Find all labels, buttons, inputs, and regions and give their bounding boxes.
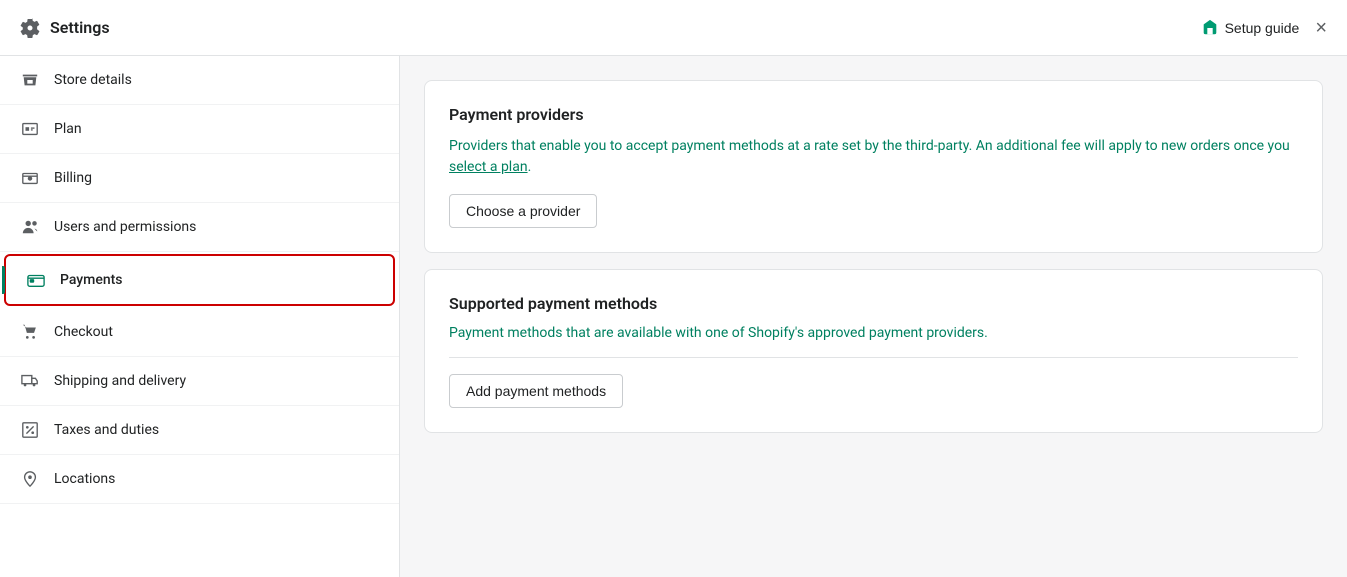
sidebar-item-shipping-delivery[interactable]: Shipping and delivery [0, 357, 399, 406]
billing-icon [20, 168, 40, 188]
sidebar-item-billing-label: Billing [54, 170, 92, 186]
plan-icon [20, 119, 40, 139]
sidebar-item-checkout-label: Checkout [54, 324, 113, 340]
supported-payment-methods-card: Supported payment methods Payment method… [424, 269, 1323, 433]
taxes-icon [20, 420, 40, 440]
sidebar-item-taxes-duties-label: Taxes and duties [54, 422, 159, 438]
close-icon: × [1315, 17, 1327, 39]
users-icon [20, 217, 40, 237]
checkout-icon [20, 322, 40, 342]
description-text-2: . [528, 159, 532, 175]
add-payment-methods-button[interactable]: Add payment methods [449, 374, 623, 408]
payments-icon [26, 270, 46, 290]
select-plan-link[interactable]: select a plan [449, 159, 528, 175]
payment-providers-description: Providers that enable you to accept paym… [449, 136, 1298, 178]
sidebar-item-locations[interactable]: Locations [0, 455, 399, 504]
gear-icon [20, 18, 40, 38]
add-payment-methods-label: Add payment methods [466, 383, 606, 399]
payment-providers-card: Payment providers Providers that enable … [424, 80, 1323, 253]
header-right: Setup guide × [1201, 18, 1327, 38]
choose-provider-label: Choose a provider [466, 203, 580, 219]
store-icon [20, 70, 40, 90]
shipping-icon [20, 371, 40, 391]
sidebar-item-plan-label: Plan [54, 121, 82, 137]
sidebar-item-taxes-duties[interactable]: Taxes and duties [0, 406, 399, 455]
description-text-1: Providers that enable you to accept paym… [449, 138, 1290, 154]
sidebar-item-locations-label: Locations [54, 471, 115, 487]
close-button[interactable]: × [1315, 18, 1327, 38]
sidebar-item-store-details-label: Store details [54, 72, 132, 88]
header-left: Settings [20, 18, 110, 38]
sidebar-item-checkout[interactable]: Checkout [0, 308, 399, 357]
sidebar-item-billing[interactable]: Billing [0, 154, 399, 203]
header: Settings Setup guide × [0, 0, 1347, 56]
card-divider [449, 357, 1298, 358]
header-title: Settings [50, 18, 110, 37]
sidebar-item-users-permissions[interactable]: Users and permissions [0, 203, 399, 252]
supported-payment-methods-subtitle: Payment methods that are available with … [449, 325, 1298, 341]
sidebar-item-users-permissions-label: Users and permissions [54, 219, 196, 235]
payment-providers-title: Payment providers [449, 105, 1298, 124]
main-layout: Store details Plan [0, 56, 1347, 577]
content-area: Payment providers Providers that enable … [400, 56, 1347, 577]
sidebar-item-shipping-delivery-label: Shipping and delivery [54, 373, 186, 389]
locations-icon [20, 469, 40, 489]
choose-provider-button[interactable]: Choose a provider [449, 194, 597, 228]
setup-guide-label: Setup guide [1225, 20, 1300, 36]
setup-guide-button[interactable]: Setup guide [1201, 19, 1300, 37]
sidebar-item-payments-label: Payments [60, 272, 123, 288]
sidebar: Store details Plan [0, 56, 400, 577]
sidebar-item-plan[interactable]: Plan [0, 105, 399, 154]
supported-payment-methods-title: Supported payment methods [449, 294, 1298, 313]
sidebar-item-store-details[interactable]: Store details [0, 56, 399, 105]
sidebar-item-payments[interactable]: Payments [4, 254, 395, 306]
